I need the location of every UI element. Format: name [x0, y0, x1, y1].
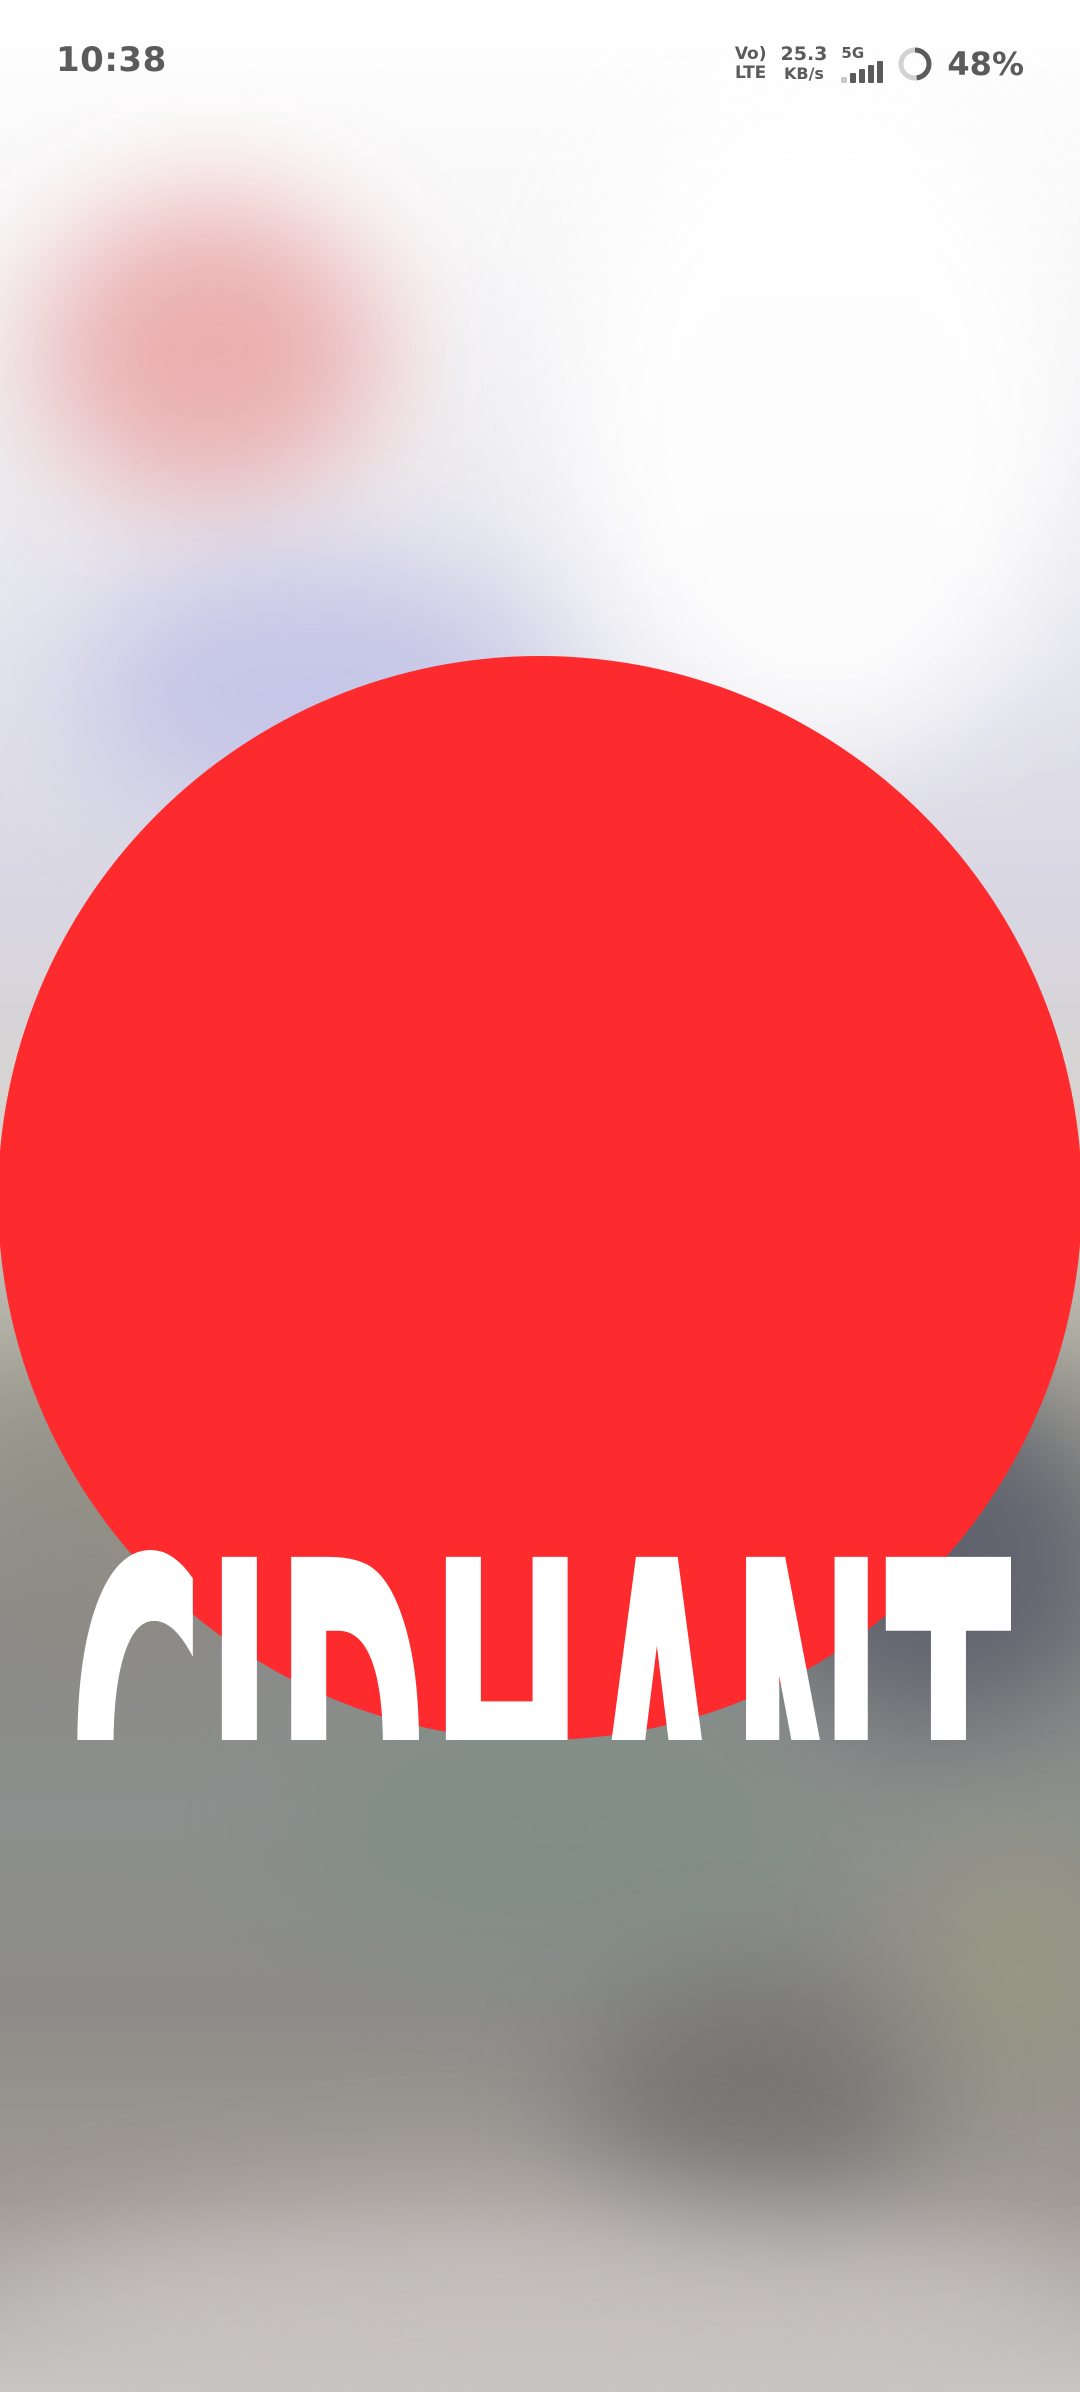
signal-bar	[850, 73, 857, 83]
app-logo: CIDHANT	[0, 656, 1080, 1740]
signal-bars-icon	[841, 61, 884, 83]
logo-wordmark: CIDHANT	[68, 1453, 1013, 1740]
cellular-signal: 5G	[841, 44, 884, 83]
signal-bar	[868, 65, 875, 83]
logo-text: CIDHANT	[68, 1453, 1013, 1740]
lte-label: LTE	[735, 63, 767, 83]
wallpaper-blob	[560, 60, 1080, 760]
status-icons: Vo) LTE 25.3 KB/s 5G 48%	[735, 40, 1024, 88]
status-time: 10:38	[56, 40, 167, 80]
status-bar: 10:38 Vo) LTE 25.3 KB/s 5G 48%	[0, 0, 1080, 120]
signal-bar	[859, 69, 866, 83]
network-type-label: 5G	[841, 44, 865, 62]
wallpaper-blob	[0, 2200, 1080, 2392]
wallpaper-blob	[900, 1840, 1080, 2100]
battery-percent: 48%	[947, 45, 1024, 83]
network-speed-unit: KB/s	[783, 64, 824, 83]
volte-label: Vo)	[734, 44, 767, 64]
network-speed: 25.3 KB/s	[780, 43, 828, 84]
network-speed-value: 25.3	[780, 43, 828, 65]
volte-indicator: Vo) LTE	[735, 45, 767, 83]
battery-ring-icon	[898, 47, 932, 81]
signal-bar	[841, 77, 848, 83]
wallpaper-blob	[40, 200, 380, 500]
signal-bar	[877, 61, 884, 83]
